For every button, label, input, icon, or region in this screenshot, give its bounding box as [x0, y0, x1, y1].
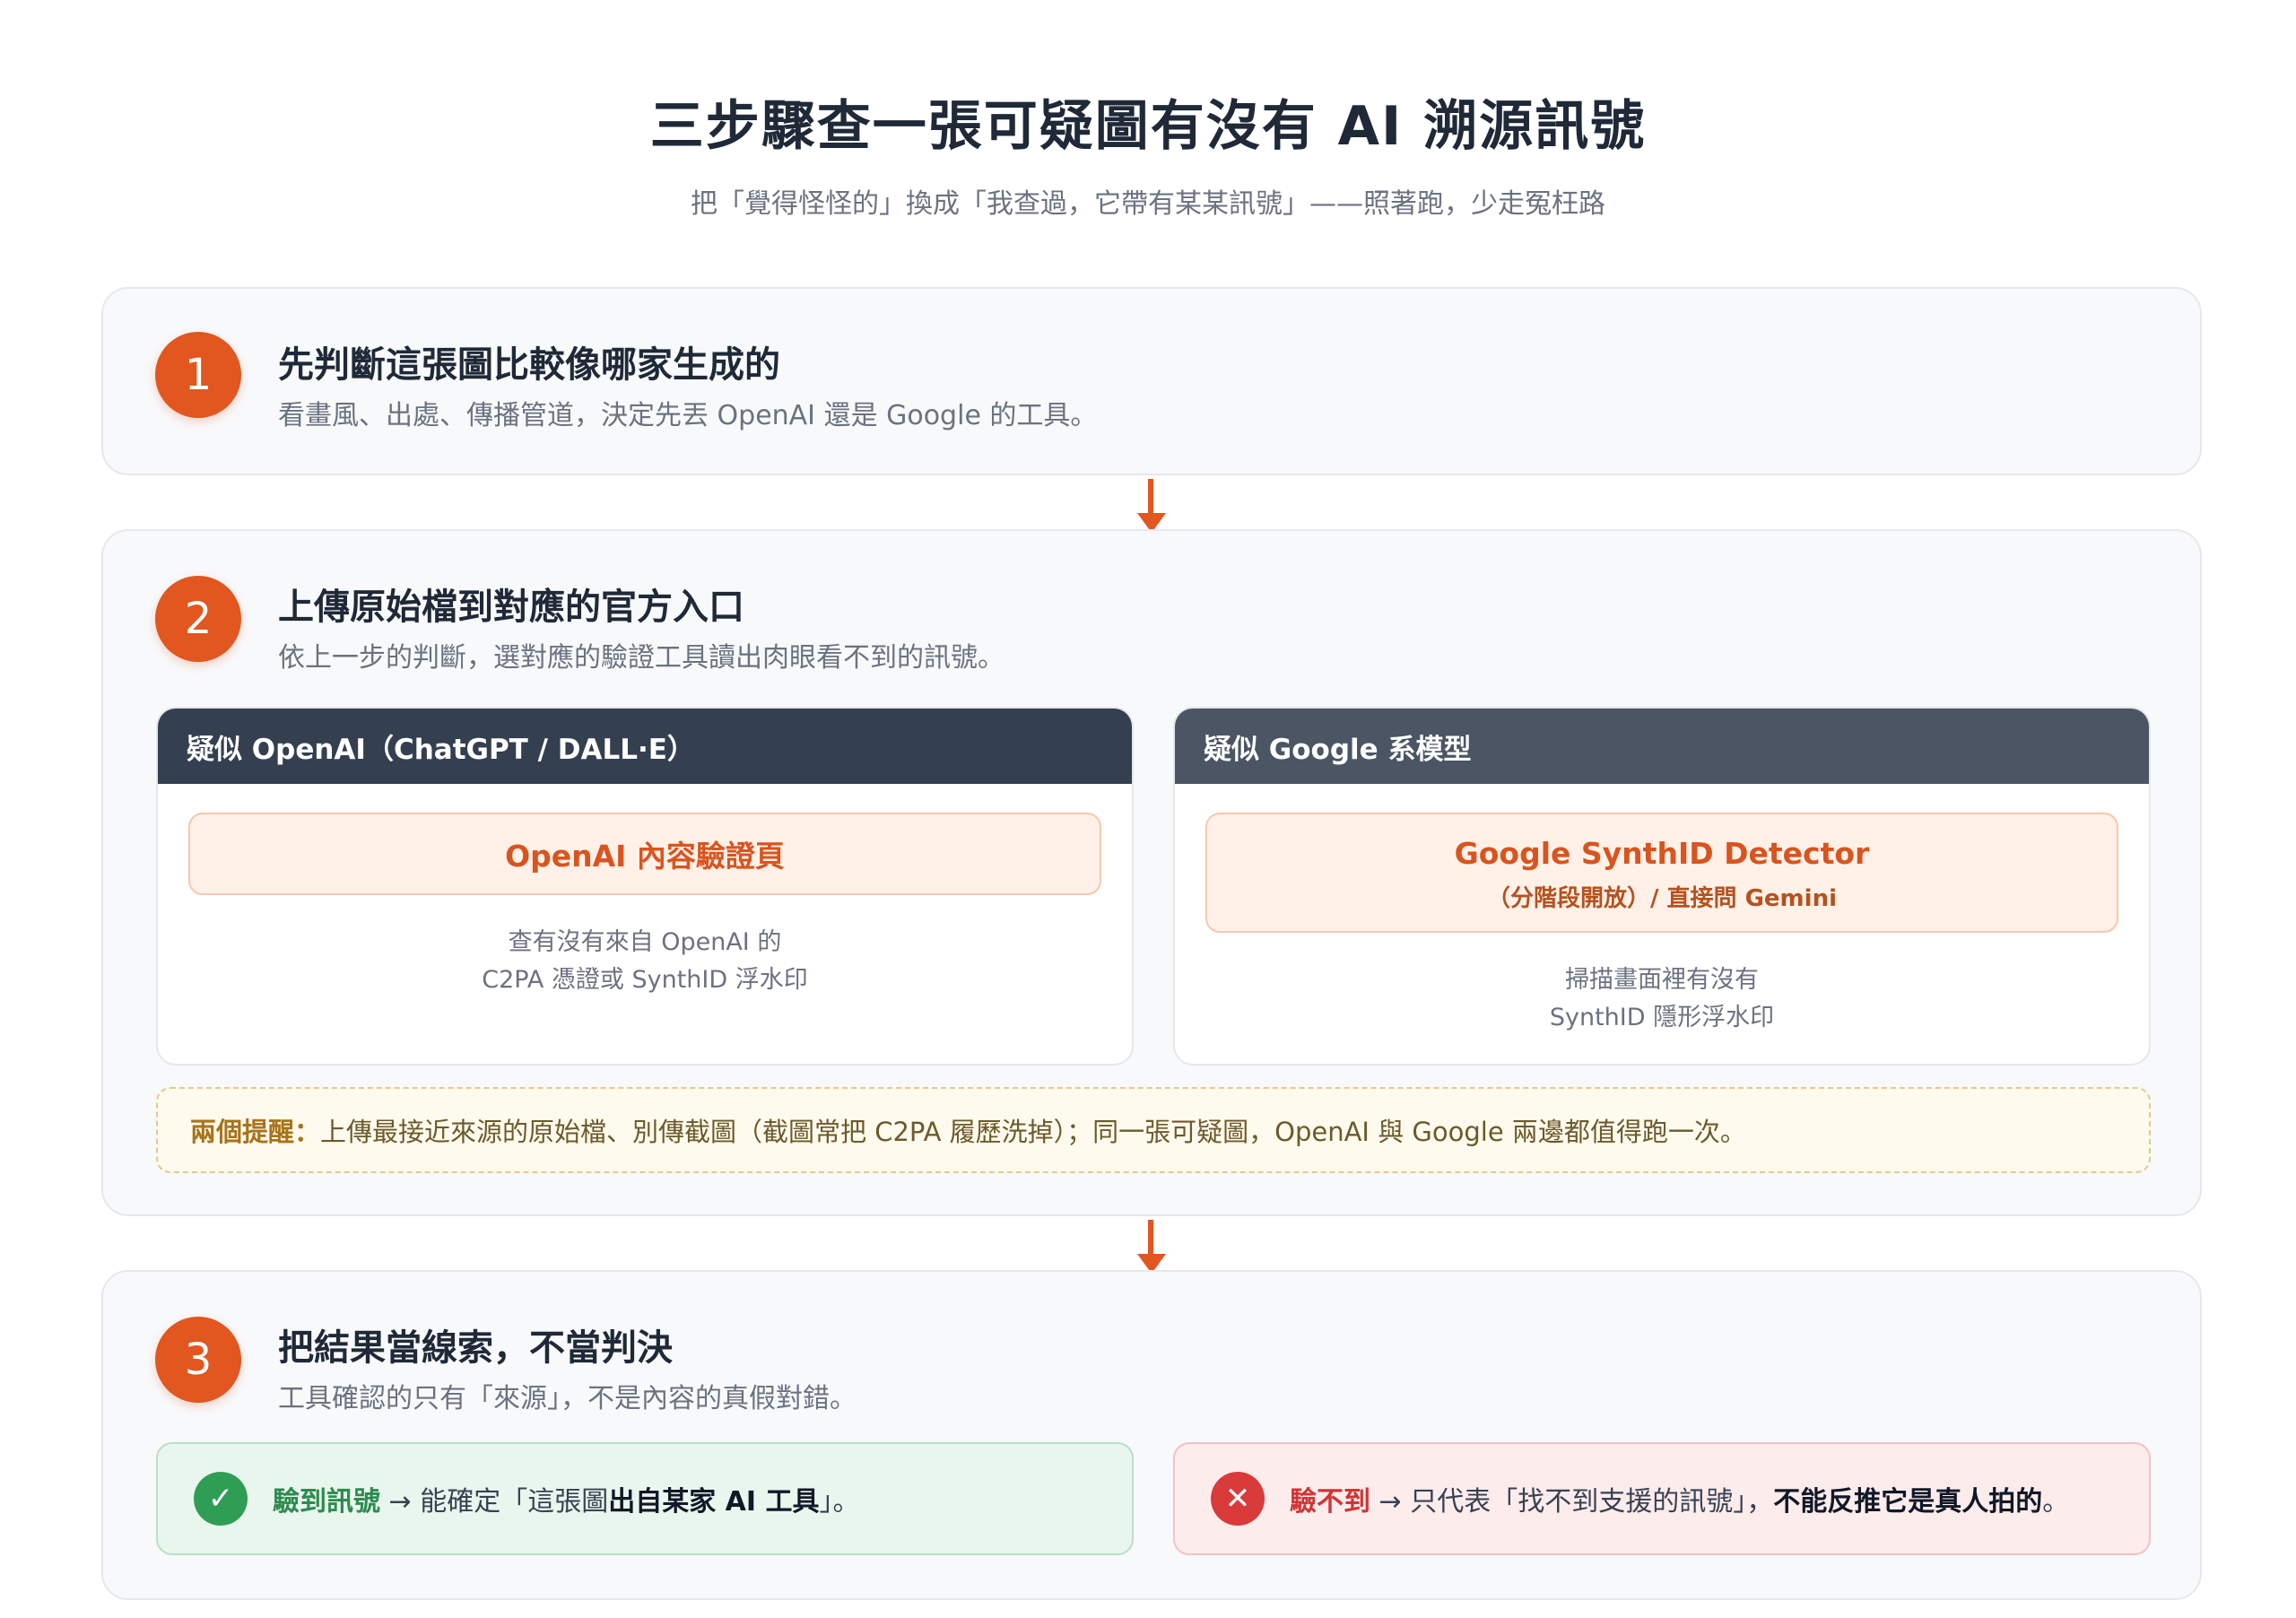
page-title: 三步驟查一張可疑圖有沒有 AI 溯源訊號 — [649, 95, 1647, 158]
google-card-header: 疑似 Google 系模型 — [1175, 709, 2149, 784]
result-signal-missing: ✕ 驗不到 → 只代表「找不到支援的訊號」，不能反推它是真人拍的。 — [1173, 1442, 2151, 1555]
openai-card-header: 疑似 OpenAI（ChatGPT / DALL·E） — [158, 709, 1132, 784]
google-tool-label: Google SynthID Detector — [1454, 836, 1870, 871]
step-2-title: 上傳原始檔到對應的官方入口 — [278, 587, 744, 628]
step-1-panel: 1 先判斷這張圖比較像哪家生成的 看畫風、出處、傳播管道，決定先丟 OpenAI… — [101, 287, 2202, 475]
google-card-note: 掃描畫面裡有沒有 SynthID 隱形浮水印 — [1175, 961, 2149, 1037]
result-found-keyword: 驗到訊號 — [273, 1486, 380, 1518]
openai-tool-label: OpenAI 內容驗證頁 — [505, 839, 785, 874]
openai-verify-link[interactable]: OpenAI 內容驗證頁 — [188, 813, 1101, 895]
result-found-end: 」。 — [819, 1486, 860, 1518]
step-1-badge: 1 — [155, 332, 241, 418]
openai-card: 疑似 OpenAI（ChatGPT / DALL·E） OpenAI 內容驗證頁… — [156, 707, 1134, 1066]
result-missing-keyword: 驗不到 — [1290, 1486, 1370, 1518]
result-missing-end: 。 — [2042, 1486, 2070, 1518]
step-2-desc: 依上一步的判斷，選對應的驗證工具讀出肉眼看不到的訊號。 — [278, 642, 1004, 674]
step-3-desc: 工具確認的只有「來源」，不是內容的真假對錯。 — [278, 1383, 857, 1414]
arrow-down-icon — [1137, 1220, 1166, 1274]
page-subtitle: 把「覺得怪怪的」換成「我查過，它帶有某某訊號」——照著跑，少走冤枉路 — [691, 188, 1605, 220]
step-2-badge: 2 — [155, 576, 241, 662]
google-tool-sub: （分階段開放）/ 直接問 Gemini — [1486, 885, 1837, 912]
reminder-text: 上傳最接近來源的原始檔、別傳截圖（截圖常把 C2PA 履歷洗掉）；同一張可疑圖，… — [320, 1117, 1746, 1147]
openai-card-note: 查有沒有來自 OpenAI 的 C2PA 憑證或 SynthID 浮水印 — [158, 924, 1132, 999]
result-missing-text: → 只代表「找不到支援的訊號」， — [1378, 1486, 1774, 1518]
google-note-line-1: 掃描畫面裡有沒有 — [1565, 966, 1759, 994]
arrow-down-icon — [1137, 479, 1166, 533]
step-3-panel: 3 把結果當線索，不當判決 工具確認的只有「來源」，不是內容的真假對錯。 ✓ 驗… — [101, 1270, 2202, 1600]
openai-note-line-1: 查有沒有來自 OpenAI 的 — [508, 928, 782, 956]
step-3-badge: 3 — [155, 1317, 241, 1403]
check-icon: ✓ — [194, 1472, 248, 1526]
step-1-title: 先判斷這張圖比較像哪家生成的 — [278, 344, 780, 386]
google-note-line-2: SynthID 隱形浮水印 — [1549, 1004, 1775, 1031]
result-found-bold: 出自某家 AI 工具 — [608, 1486, 820, 1518]
result-signal-found: ✓ 驗到訊號 → 能確定「這張圖出自某家 AI 工具」。 — [156, 1442, 1134, 1555]
result-missing-bold: 不能反推它是真人拍的 — [1773, 1486, 2043, 1518]
cross-icon: ✕ — [1211, 1472, 1265, 1526]
step-1-desc: 看畫風、出處、傳播管道，決定先丟 OpenAI 還是 Google 的工具。 — [278, 400, 1098, 431]
google-card: 疑似 Google 系模型 Google SynthID Detector （分… — [1173, 707, 2151, 1066]
openai-note-line-2: C2PA 憑證或 SynthID 浮水印 — [482, 966, 808, 994]
reminder-lead: 兩個提醒： — [190, 1117, 321, 1147]
reminder-box: 兩個提醒： 上傳最接近來源的原始檔、別傳截圖（截圖常把 C2PA 履歷洗掉）；同… — [156, 1087, 2151, 1173]
step-3-title: 把結果當線索，不當判決 — [278, 1327, 673, 1369]
google-synthid-link[interactable]: Google SynthID Detector （分階段開放）/ 直接問 Gem… — [1205, 813, 2118, 933]
result-found-text: → 能確定「這張圖 — [388, 1486, 609, 1518]
step-2-panel: 2 上傳原始檔到對應的官方入口 依上一步的判斷，選對應的驗證工具讀出肉眼看不到的… — [101, 529, 2202, 1216]
